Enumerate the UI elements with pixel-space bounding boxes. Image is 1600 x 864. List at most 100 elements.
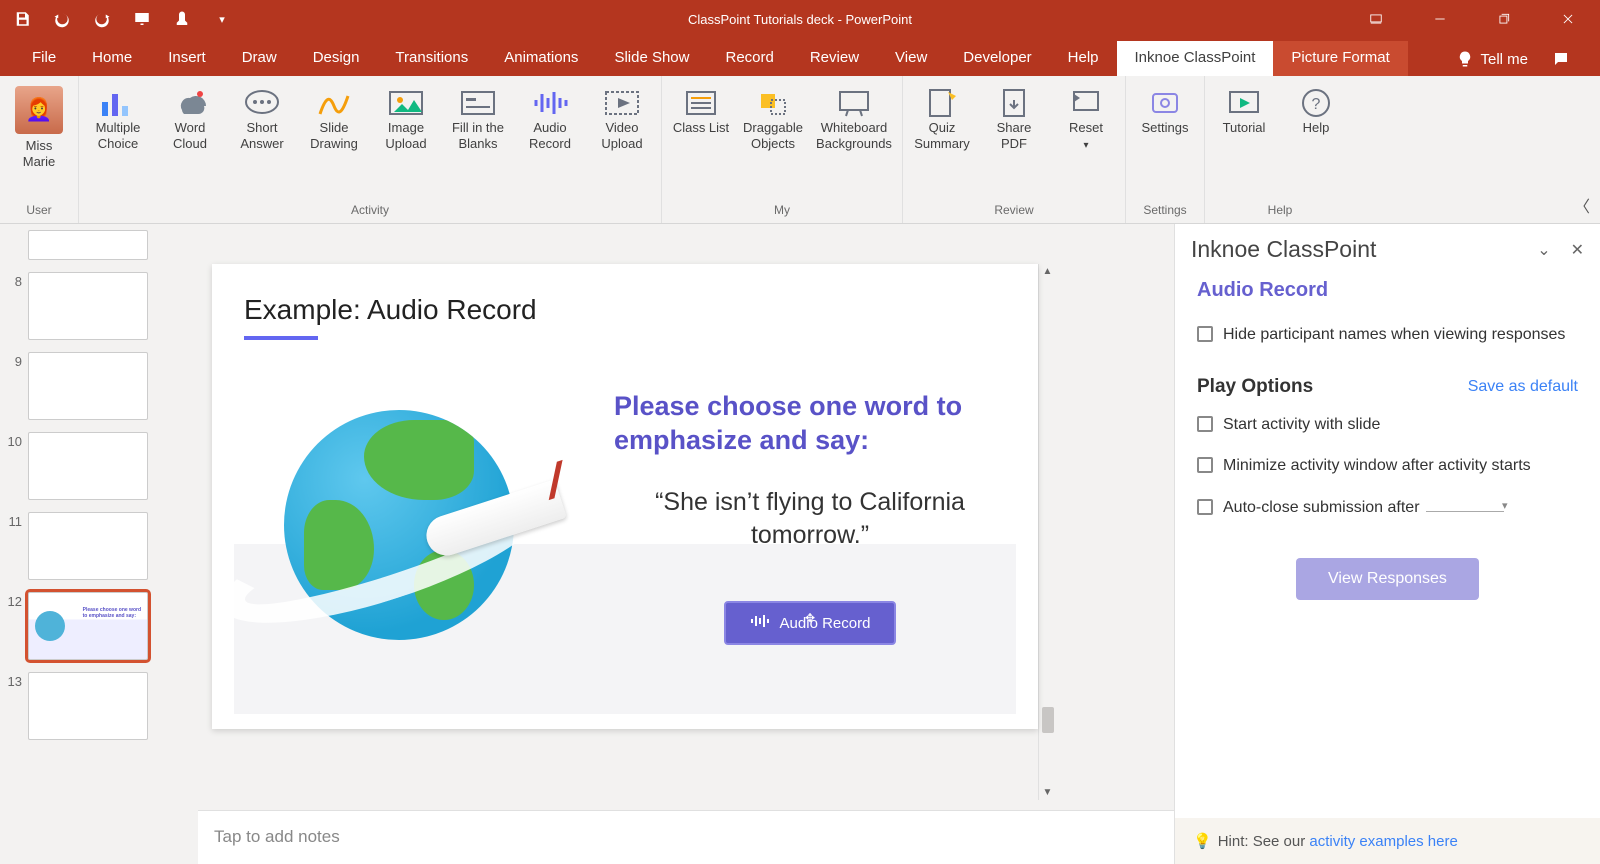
tab-design[interactable]: Design [295, 41, 378, 76]
settings-button[interactable]: Settings [1134, 82, 1196, 136]
collapse-ribbon-icon[interactable]: 〈 [1574, 193, 1590, 217]
play-options-heading: Play Options [1197, 376, 1313, 398]
cloud-icon [170, 86, 210, 120]
gear-icon [1145, 86, 1185, 120]
ribbon-group-label: Review [911, 199, 1117, 223]
audio-record-slide-button[interactable]: ✥ Audio Record [724, 601, 897, 645]
class-list-button[interactable]: Class List [670, 82, 732, 136]
thumbnail-preview[interactable] [28, 512, 148, 580]
pane-close-icon[interactable]: ✕ [1571, 240, 1584, 260]
thumbnail-slide-current[interactable] [4, 230, 188, 260]
save-default-link[interactable]: Save as default [1468, 378, 1578, 396]
user-name-label: Miss Marie [8, 138, 70, 169]
tab-help[interactable]: Help [1050, 41, 1117, 76]
tab-file[interactable]: File [14, 41, 74, 76]
thumbnail-preview[interactable] [28, 352, 148, 420]
tab-transitions[interactable]: Transitions [377, 41, 486, 76]
view-responses-button[interactable]: View Responses [1296, 558, 1479, 600]
slide-editor: Example: Audio Record Please choose one … [198, 224, 1174, 864]
close-icon[interactable] [1546, 4, 1590, 34]
checkbox-icon[interactable] [1197, 457, 1213, 473]
multiple-choice-button[interactable]: Multiple Choice [87, 82, 149, 151]
help-button[interactable]: ?Help [1285, 82, 1347, 136]
auto-close-dropdown[interactable] [1426, 511, 1504, 512]
thumbnail-number: 9 [4, 352, 22, 369]
restore-icon[interactable] [1482, 4, 1526, 34]
share-pdf-button[interactable]: Share PDF [983, 82, 1045, 151]
ribbon-user-profile[interactable]: 👩‍🦰 Miss Marie [8, 82, 70, 169]
help-icon: ? [1296, 86, 1336, 120]
draggable-objects-button[interactable]: Draggable Objects [742, 82, 804, 151]
tab-slideshow[interactable]: Slide Show [596, 41, 707, 76]
thumbnail-slide-8[interactable]: 8 [4, 272, 188, 340]
ribbon-group-activity: Multiple Choice Word Cloud Short Answer … [79, 76, 662, 223]
scroll-down-icon[interactable]: ▼ [1043, 787, 1053, 798]
checkbox-icon[interactable] [1197, 326, 1213, 342]
touch-mode-icon[interactable] [170, 7, 194, 31]
thumbnail-slide-13[interactable]: 13 [4, 672, 188, 740]
tab-review[interactable]: Review [792, 41, 877, 76]
slide-thumbnails-panel[interactable]: 8 9 10 11 12Please choose one wordto emphasi… [0, 224, 198, 864]
video-upload-button[interactable]: Video Upload [591, 82, 653, 151]
thumbnail-preview[interactable] [28, 672, 148, 740]
scrollbar-thumb[interactable] [1042, 707, 1054, 733]
vertical-scrollbar[interactable]: ▲ ▼ [1038, 264, 1056, 800]
tab-view[interactable]: View [877, 41, 945, 76]
auto-close-checkbox[interactable]: Auto-close submission after [1197, 487, 1578, 529]
scroll-up-icon[interactable]: ▲ [1043, 266, 1053, 277]
minimize-icon[interactable] [1418, 4, 1462, 34]
tab-home[interactable]: Home [74, 41, 150, 76]
tab-animations[interactable]: Animations [486, 41, 596, 76]
thumbnail-slide-10[interactable]: 10 [4, 432, 188, 500]
thumbnail-slide-12[interactable]: 12Please choose one wordto emphasize and… [4, 592, 188, 660]
notes-pane[interactable]: Tap to add notes [198, 810, 1174, 864]
image-upload-button[interactable]: Image Upload [375, 82, 437, 151]
tell-me[interactable]: Tell me [1436, 42, 1600, 76]
undo-icon[interactable] [50, 7, 74, 31]
short-answer-button[interactable]: Short Answer [231, 82, 293, 151]
word-cloud-button[interactable]: Word Cloud [159, 82, 221, 151]
minimize-window-checkbox[interactable]: Minimize activity window after activity … [1197, 445, 1578, 487]
start-with-slide-checkbox[interactable]: Start activity with slide [1197, 404, 1578, 446]
redo-icon[interactable] [90, 7, 114, 31]
thumbnail-slide-9[interactable]: 9 [4, 352, 188, 420]
checkbox-icon[interactable] [1197, 499, 1213, 515]
tab-record[interactable]: Record [707, 41, 791, 76]
hide-names-checkbox[interactable]: Hide participant names when viewing resp… [1197, 314, 1578, 356]
save-icon[interactable] [10, 7, 34, 31]
audio-wave-icon [530, 86, 570, 120]
thumbnail-preview[interactable] [28, 432, 148, 500]
display-options-icon[interactable] [1354, 4, 1398, 34]
thumbnail-preview[interactable] [28, 230, 148, 260]
audio-record-button[interactable]: Audio Record [519, 82, 581, 151]
thumbnail-preview[interactable]: Please choose one wordto emphasize and s… [28, 592, 148, 660]
comments-icon[interactable] [1552, 50, 1570, 68]
qat-more-icon[interactable]: ▾ [210, 7, 234, 31]
thumbnail-slide-11[interactable]: 11 [4, 512, 188, 580]
thumbnail-preview[interactable] [28, 272, 148, 340]
reset-button[interactable]: Reset▾ [1055, 82, 1117, 152]
minimize-window-label: Minimize activity window after activity … [1223, 455, 1531, 477]
tutorial-button[interactable]: Tutorial [1213, 82, 1275, 136]
ribbon-group-review: Quiz Summary Share PDF Reset▾ Review [903, 76, 1126, 223]
pane-menu-icon[interactable]: ⌄ [1537, 240, 1550, 260]
hint-link[interactable]: activity examples here [1309, 833, 1457, 850]
fill-blanks-button[interactable]: Fill in the Blanks [447, 82, 509, 151]
slide-drawing-button[interactable]: Slide Drawing [303, 82, 365, 151]
tab-classpoint[interactable]: Inknoe ClassPoint [1117, 41, 1274, 76]
thumbnail-number: 8 [4, 272, 22, 289]
pane-subtitle: Audio Record [1175, 267, 1600, 304]
audio-record-button-label: Audio Record [780, 615, 871, 632]
tab-draw[interactable]: Draw [224, 41, 295, 76]
present-icon[interactable] [130, 7, 154, 31]
ribbon-group-my: Class List Draggable Objects Whiteboard … [662, 76, 903, 223]
checkbox-icon[interactable] [1197, 416, 1213, 432]
quiz-summary-button[interactable]: Quiz Summary [911, 82, 973, 151]
whiteboard-backgrounds-button[interactable]: Whiteboard Backgrounds [814, 82, 894, 151]
tab-picture-format[interactable]: Picture Format [1273, 41, 1407, 76]
start-with-slide-label: Start activity with slide [1223, 414, 1380, 436]
tell-me-label: Tell me [1480, 51, 1528, 68]
slide-canvas[interactable]: Example: Audio Record Please choose one … [212, 264, 1038, 729]
tab-insert[interactable]: Insert [150, 41, 224, 76]
tab-developer[interactable]: Developer [945, 41, 1049, 76]
